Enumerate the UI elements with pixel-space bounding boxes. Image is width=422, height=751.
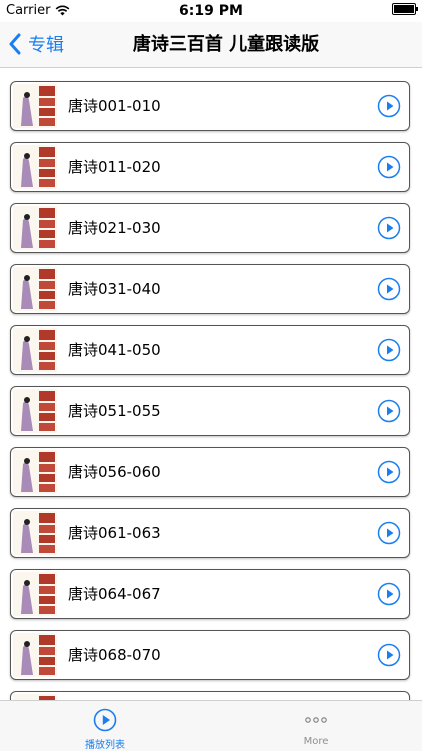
item-label: 唐诗011-020 [68, 158, 161, 176]
list-item[interactable]: 唐诗051-055 [10, 386, 410, 436]
book-cover-thumbnail [13, 84, 57, 128]
list-item[interactable]: 唐诗031-040 [10, 264, 410, 314]
item-label: 唐诗056-060 [68, 463, 161, 481]
play-icon[interactable] [377, 521, 401, 545]
play-circle-icon [93, 708, 117, 732]
item-label: 唐诗031-040 [68, 280, 161, 298]
item-label: 唐诗064-067 [68, 585, 161, 603]
book-cover-thumbnail [13, 267, 57, 311]
book-cover-thumbnail [13, 145, 57, 189]
list-item[interactable]: 唐诗041-050 [10, 325, 410, 375]
list-item[interactable]: 唐诗001-010 [10, 81, 410, 131]
play-icon[interactable] [377, 460, 401, 484]
battery-icon [392, 3, 418, 15]
page-title: 唐诗三百首 儿童跟读版 [132, 34, 320, 55]
list-item[interactable]: 唐诗064-067 [10, 569, 410, 619]
item-label: 唐诗068-070 [68, 646, 161, 664]
play-icon[interactable] [377, 216, 401, 240]
tab-playlist[interactable]: 播放列表 [45, 701, 165, 751]
play-icon[interactable] [377, 155, 401, 179]
tab-more-label: More [303, 736, 329, 747]
list-item[interactable]: 唐诗021-030 [10, 203, 410, 253]
status-time: 6:19 PM [179, 3, 243, 19]
track-list[interactable]: 唐诗001-010 唐诗011-020 唐诗021-030 唐诗031-040 … [0, 68, 422, 700]
tab-bar: 播放列表 More [0, 700, 422, 751]
book-cover-thumbnail [13, 511, 57, 555]
status-right [388, 3, 418, 15]
play-icon[interactable] [377, 338, 401, 362]
play-icon[interactable] [377, 94, 401, 118]
book-cover-thumbnail [13, 633, 57, 677]
item-label: 唐诗001-010 [68, 97, 161, 115]
play-icon[interactable] [377, 643, 401, 667]
navigation-bar: 专辑 唐诗三百首 儿童跟读版 [0, 22, 422, 68]
list-item[interactable]: 唐诗056-060 [10, 447, 410, 497]
book-cover-thumbnail [13, 328, 57, 372]
play-icon[interactable] [377, 582, 401, 606]
tab-playlist-label: 播放列表 [85, 740, 125, 751]
list-item[interactable]: 唐诗061-063 [10, 508, 410, 558]
book-cover-thumbnail [13, 450, 57, 494]
list-item[interactable]: 唐诗068-070 [10, 630, 410, 680]
more-dots-icon [305, 717, 327, 723]
play-icon[interactable] [377, 399, 401, 423]
status-bar: Carrier 6:19 PM [0, 0, 422, 22]
item-label: 唐诗041-050 [68, 341, 161, 359]
play-icon[interactable] [377, 277, 401, 301]
book-cover-thumbnail [13, 206, 57, 250]
item-label: 唐诗021-030 [68, 219, 161, 237]
book-cover-thumbnail [13, 572, 57, 616]
list-item[interactable] [10, 691, 410, 700]
item-label: 唐诗051-055 [68, 402, 161, 420]
book-cover-thumbnail [13, 389, 57, 433]
item-label: 唐诗061-063 [68, 524, 161, 542]
tab-more[interactable]: More [256, 701, 376, 751]
list-item[interactable]: 唐诗011-020 [10, 142, 410, 192]
